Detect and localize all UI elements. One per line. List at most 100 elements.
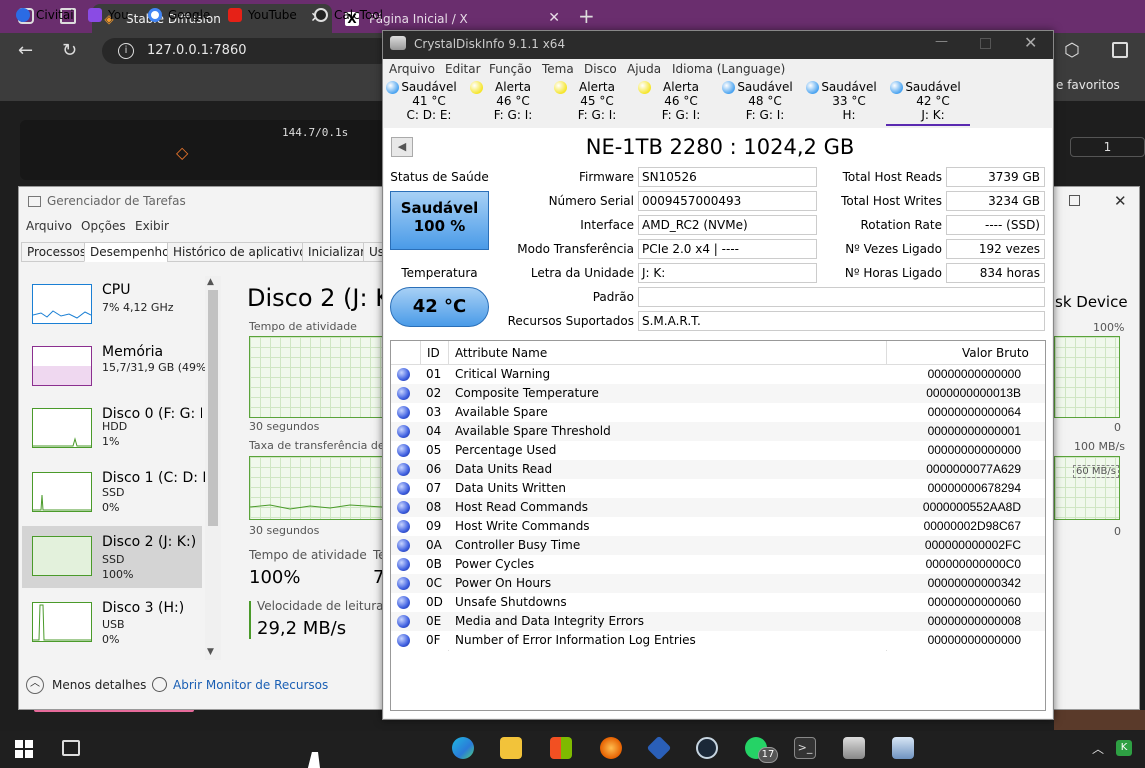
tab-desempenho[interactable]: Desempenho bbox=[84, 242, 176, 262]
maximize-icon[interactable] bbox=[980, 38, 991, 49]
firefox-icon[interactable] bbox=[600, 737, 622, 759]
you-icon bbox=[88, 8, 102, 22]
bookmark-calctool[interactable]: CalcTool bbox=[314, 8, 383, 22]
maximize-icon[interactable] bbox=[1069, 195, 1080, 206]
prev-disk-button[interactable]: ◀ bbox=[391, 137, 413, 157]
edge-icon[interactable] bbox=[452, 737, 474, 759]
split-view-icon[interactable] bbox=[1112, 42, 1128, 58]
open-resource-monitor-link[interactable]: Abrir Monitor de Recursos bbox=[152, 677, 328, 692]
smart-status-icon bbox=[397, 615, 410, 628]
bookmark-google[interactable]: Google bbox=[148, 8, 210, 22]
menu-arquivo[interactable]: Arquivo bbox=[26, 219, 72, 233]
field-label-right: Nº Vezes Ligado bbox=[845, 242, 942, 256]
smart-attribute-name: Critical Warning bbox=[455, 367, 551, 381]
table-row[interactable]: 03 Available Spare 00000000000064 bbox=[391, 403, 1045, 422]
disk-status: Alerta bbox=[663, 80, 699, 94]
smart-attribute-name: Composite Temperature bbox=[455, 386, 599, 400]
tab-inicializar[interactable]: Inicializar bbox=[302, 242, 372, 262]
tray-app-icon[interactable]: K bbox=[1116, 740, 1132, 756]
menu-opcoes[interactable]: Opções bbox=[81, 219, 126, 233]
table-row[interactable]: 0C Power On Hours 00000000000342 bbox=[391, 574, 1045, 593]
reload-icon[interactable]: ↻ bbox=[62, 40, 77, 61]
bookmark-you[interactable]: You bbox=[88, 8, 129, 22]
cdi-menu-idioma[interactable]: Idioma (Language) bbox=[672, 62, 785, 76]
close-icon[interactable]: ✕ bbox=[1024, 33, 1037, 52]
sidebar-item-cpu[interactable]: CPU 7% 4,12 GHz bbox=[22, 274, 202, 336]
sidebar-item-disco-0[interactable]: Disco 0 (F: G: I:) HDD 1% bbox=[22, 398, 202, 460]
table-row[interactable]: 01 Critical Warning 00000000000000 bbox=[391, 365, 1045, 384]
read-speed-value: 29,2 MB/s bbox=[257, 618, 347, 639]
tab-usuarios[interactable]: Us bbox=[363, 242, 383, 262]
disk-selector-2[interactable]: Alerta 45 °C F: G: I: bbox=[550, 80, 634, 126]
start-button[interactable] bbox=[15, 740, 33, 758]
cdi-menu-arquivo[interactable]: Arquivo bbox=[389, 62, 435, 76]
table-row[interactable]: 05 Percentage Used 00000000000000 bbox=[391, 441, 1045, 460]
table-row[interactable]: 07 Data Units Written 00000000678294 bbox=[391, 479, 1045, 498]
disk-selector-1[interactable]: Alerta 46 °C F: G: I: bbox=[466, 80, 550, 126]
smart-header-raw[interactable]: Valor Bruto bbox=[962, 346, 1029, 360]
smart-raw-value: 00000000678294 bbox=[927, 481, 1021, 495]
disk-status: Saudável bbox=[905, 80, 961, 94]
table-row[interactable]: 0B Power Cycles 000000000000C0 bbox=[391, 555, 1045, 574]
smart-attribute-name: Media and Data Integrity Errors bbox=[455, 614, 644, 628]
disk-selector-5[interactable]: Saudável 33 °C H: bbox=[802, 80, 886, 126]
smart-attribute-name: Power Cycles bbox=[455, 557, 535, 571]
disk-letters: F: G: I: bbox=[745, 108, 785, 122]
tab-historico[interactable]: Histórico de aplicativos bbox=[167, 242, 319, 262]
disk-selector-6[interactable]: Saudável 42 °C J: K: bbox=[886, 80, 970, 126]
smart-raw-value: 00000000000000 bbox=[927, 443, 1021, 457]
store-icon[interactable] bbox=[550, 737, 572, 759]
table-row[interactable]: 04 Available Spare Threshold 0000000000000… bbox=[391, 422, 1045, 441]
task-view-icon[interactable] bbox=[62, 740, 80, 756]
crystaldiskinfo-taskbar-icon[interactable] bbox=[892, 737, 914, 759]
menu-exibir[interactable]: Exibir bbox=[135, 219, 169, 233]
smart-attribute-name: Available Spare Threshold bbox=[455, 424, 611, 438]
bookmark-youtube[interactable]: YouTube bbox=[228, 8, 297, 22]
table-row[interactable]: 0A Controller Busy Time 000000000002FC bbox=[391, 536, 1045, 555]
table-row[interactable]: 0E Media and Data Integrity Errors 0000000… bbox=[391, 612, 1045, 631]
minimize-icon[interactable]: — bbox=[935, 34, 948, 49]
task-manager-taskbar-icon[interactable] bbox=[843, 737, 865, 759]
smart-raw-value: 00000000000060 bbox=[927, 595, 1021, 609]
youtube-icon bbox=[228, 8, 242, 22]
disk-selector-0[interactable]: Saudável 41 °C C: D: E: bbox=[382, 80, 466, 126]
scroll-up-icon[interactable]: ▲ bbox=[207, 277, 214, 287]
tray-chevron-icon[interactable]: ︿ bbox=[1092, 740, 1104, 757]
less-details-button[interactable]: ︿ Menos detalhes bbox=[26, 676, 146, 694]
sidebar-item-disco-1[interactable]: Disco 1 (C: D: E SSD 0% bbox=[22, 462, 206, 524]
disk-selector-3[interactable]: Alerta 46 °C F: G: I: bbox=[634, 80, 718, 126]
page-number-field[interactable]: 1 bbox=[1070, 137, 1145, 157]
sidebar-item-disco-2[interactable]: Disco 2 (J: K:) SSD 100% bbox=[22, 526, 202, 588]
close-icon[interactable]: ✕ bbox=[1114, 192, 1127, 210]
cdi-menu-tema[interactable]: Tema bbox=[542, 62, 574, 76]
table-row[interactable]: 0D Unsafe Shutdowns 00000000000060 bbox=[391, 593, 1045, 612]
site-info-icon[interactable]: i bbox=[118, 43, 134, 59]
cdi-menu-ajuda[interactable]: Ajuda bbox=[627, 62, 661, 76]
extensions-icon[interactable]: ⬡ bbox=[1064, 40, 1080, 61]
table-row[interactable]: 06 Data Units Read 0000000077A629 bbox=[391, 460, 1045, 479]
table-row[interactable]: 09 Host Write Commands 00000002D98C67 bbox=[391, 517, 1045, 536]
sidebar-item-disco-3[interactable]: Disco 3 (H:) USB 0% bbox=[22, 592, 202, 654]
bookmark-civitai[interactable]: Civitai bbox=[16, 8, 74, 22]
url-field[interactable]: 127.0.0.1:7860 bbox=[102, 38, 392, 64]
smart-header-name[interactable]: Attribute Name bbox=[455, 346, 547, 360]
scroll-down-icon[interactable]: ▼ bbox=[207, 647, 214, 657]
tab-processos[interactable]: Processos bbox=[21, 242, 93, 262]
back-icon[interactable]: ← bbox=[18, 40, 33, 61]
all-bookmarks-link[interactable]: e favoritos bbox=[1056, 78, 1120, 92]
steam-icon[interactable] bbox=[696, 737, 718, 759]
file-explorer-icon[interactable] bbox=[500, 737, 522, 759]
table-row[interactable]: 08 Host Read Commands 0000000552AA8D bbox=[391, 498, 1045, 517]
new-tab-icon[interactable]: + bbox=[578, 4, 595, 28]
cdi-menu-disco[interactable]: Disco bbox=[584, 62, 617, 76]
cdi-menu-funcao[interactable]: Função bbox=[489, 62, 532, 76]
close-tab-icon[interactable]: ✕ bbox=[548, 10, 560, 26]
table-row[interactable]: 02 Composite Temperature 0000000000013B bbox=[391, 384, 1045, 403]
terminal-icon[interactable]: >_ bbox=[794, 737, 816, 759]
disk-selector-4[interactable]: Saudável 48 °C F: G: I: bbox=[718, 80, 802, 126]
table-row[interactable]: 0F Number of Error Information Log Entrie… bbox=[391, 631, 1045, 650]
cdi-menu-editar[interactable]: Editar bbox=[445, 62, 481, 76]
sidebar-scroll-thumb[interactable] bbox=[208, 290, 218, 526]
sidebar-item-memoria[interactable]: Memória 15,7/31,9 GB (49%) bbox=[22, 336, 211, 398]
smart-header-id[interactable]: ID bbox=[427, 346, 440, 360]
